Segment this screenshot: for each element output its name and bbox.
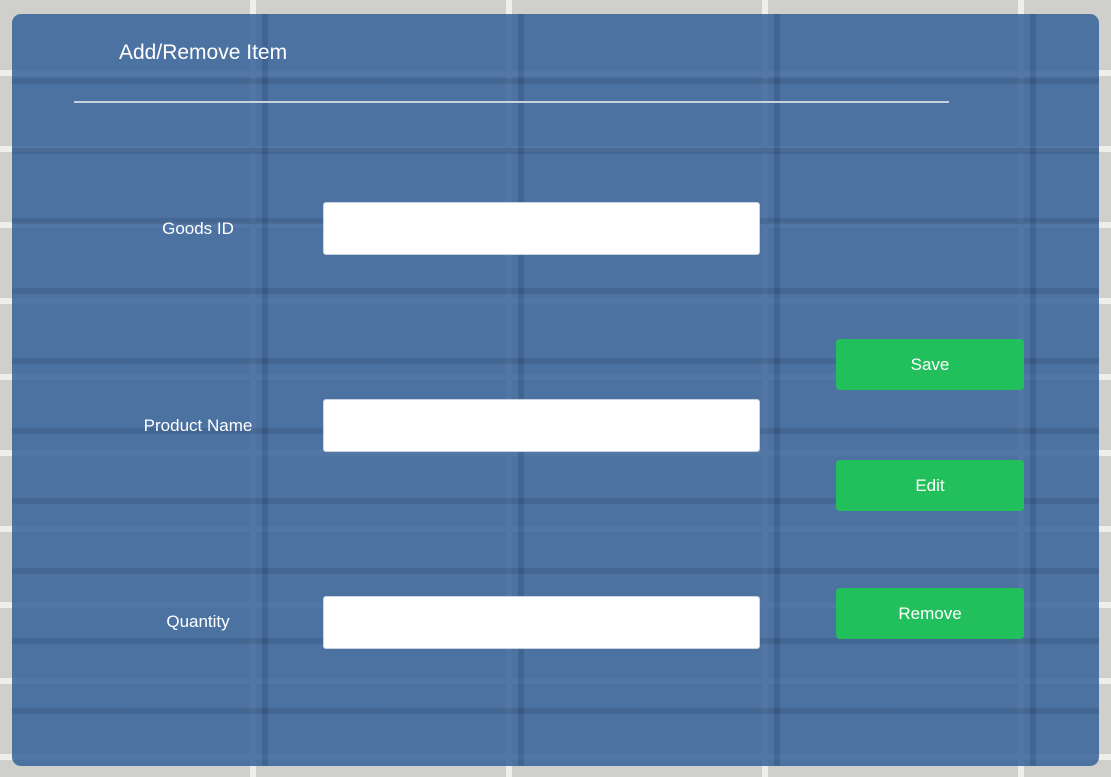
goods-id-input[interactable] xyxy=(323,202,760,255)
add-remove-item-panel: Add/Remove Item Goods ID Product Name Qu… xyxy=(12,14,1099,766)
panel-texture xyxy=(12,14,1099,766)
product-name-input[interactable] xyxy=(323,399,760,452)
quantity-input[interactable] xyxy=(323,596,760,649)
quantity-label: Quantity xyxy=(166,612,230,631)
goods-id-label: Goods ID xyxy=(162,219,234,238)
product-name-label: Product Name xyxy=(143,416,253,435)
title-divider xyxy=(74,101,949,103)
edit-button[interactable]: Edit xyxy=(836,460,1024,511)
remove-button[interactable]: Remove xyxy=(836,588,1024,639)
save-button[interactable]: Save xyxy=(836,339,1024,390)
page-title: Add/Remove Item xyxy=(119,41,288,64)
